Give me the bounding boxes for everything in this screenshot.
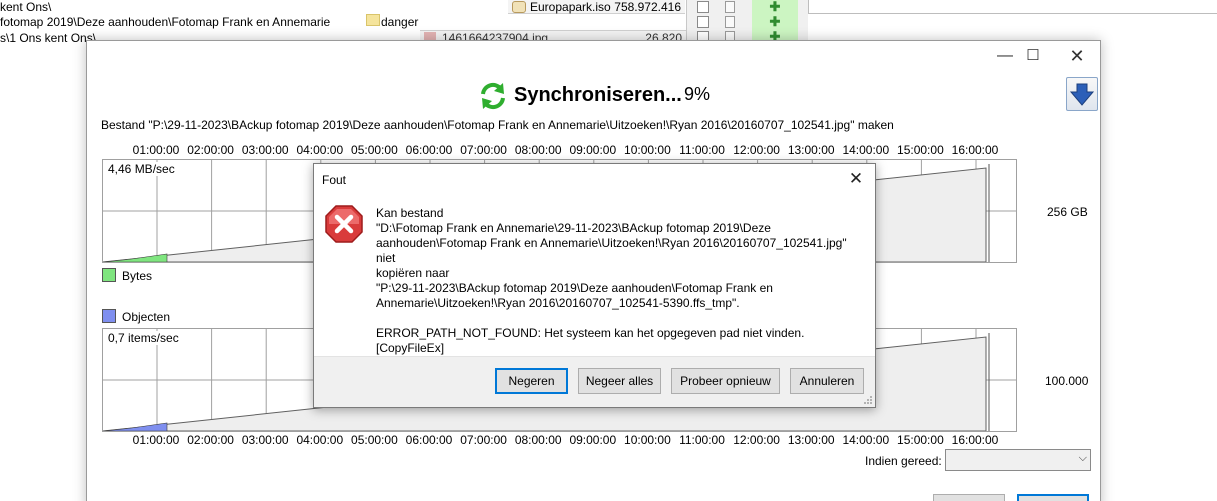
ignore-all-button[interactable]: Negeer alles <box>578 368 661 394</box>
bg-file-size: 758.972.416 <box>614 0 681 14</box>
time-tick-label: 14:00:00 <box>842 143 890 157</box>
time-tick-label: 05:00:00 <box>351 143 398 157</box>
time-tick-label: 08:00:00 <box>514 433 562 447</box>
time-tick-label: 13:00:00 <box>787 143 835 157</box>
file-icon <box>725 1 735 13</box>
time-tick-label: 03:00:00 <box>241 143 289 157</box>
maximize-button[interactable]: ☐ <box>1013 45 1053 67</box>
time-tick-label: 13:00:00 <box>787 433 835 447</box>
retry-button[interactable]: Probeer opnieuw <box>671 368 780 394</box>
error-dialog: Fout ✕ Kan bestand "D:\Fotomap Frank en … <box>313 163 876 408</box>
create-copy-icon[interactable]: ✚ <box>768 0 782 13</box>
time-tick-label: 05:00:00 <box>351 433 398 447</box>
when-done-label: Indien gereed: <box>865 454 942 468</box>
status-line: Bestand "P:\29-11-2023\BAckup fotomap 20… <box>101 118 894 132</box>
error-icon <box>325 205 363 243</box>
time-tick-label: 12:00:00 <box>733 433 780 447</box>
sync-title: Synchroniseren... <box>514 84 682 106</box>
disc-image-icon <box>512 1 526 13</box>
time-tick-label: 04:00:00 <box>296 143 344 157</box>
sync-percent: 9% <box>684 84 711 104</box>
bg-folder-name[interactable]: danger <box>381 15 418 29</box>
error-message-line: "P:\29-11-2023\BAckup fotomap 2019\Deze … <box>376 281 773 295</box>
bytes-total: 256 GB <box>1047 205 1088 219</box>
time-tick-label: 01:00:00 <box>132 433 180 447</box>
cancel-button[interactable]: Annuleren <box>790 368 864 394</box>
file-icon <box>725 16 735 28</box>
progress-area <box>103 253 168 262</box>
bg-sync-action-column: ✚ ✚ ✚ <box>752 0 798 43</box>
time-tick-label: 16:00:00 <box>951 433 999 447</box>
dialog-title: Fout <box>322 173 347 187</box>
sync-icon <box>481 82 505 110</box>
arrow-down-icon <box>1069 83 1095 106</box>
close-window-button[interactable]: ✕ <box>1057 45 1097 67</box>
bg-file-name: Europapark.iso <box>530 0 611 14</box>
time-tick-label: 02:00:00 <box>187 433 234 447</box>
row-checkbox[interactable] <box>697 16 709 28</box>
time-tick-label: 09:00:00 <box>569 433 617 447</box>
time-tick-label: 01:00:00 <box>132 143 180 157</box>
progress-area <box>103 422 168 431</box>
ignore-button[interactable]: Negeren <box>495 368 568 394</box>
time-tick-label: 10:00:00 <box>624 143 671 157</box>
bg-path-line-1: kent Ons\ <box>0 0 52 14</box>
error-message-line: Annemarie\Uitzoeken!\Ryan 2016\20160707_… <box>376 296 740 310</box>
chevron-down-icon: ⌵ <box>1078 452 1087 464</box>
time-tick-label: 11:00:00 <box>679 433 725 447</box>
error-message-line: "D:\Fotomap Frank en Annemarie\29-11-202… <box>376 221 771 235</box>
time-tick-label: 15:00:00 <box>897 433 944 447</box>
objects-legend-label: Objecten <box>122 310 171 324</box>
time-tick-label: 07:00:00 <box>460 433 507 447</box>
error-message-line: kopiëren naar <box>376 266 450 280</box>
objects-total: 100.000 <box>1045 374 1089 388</box>
time-tick-label: 11:00:00 <box>679 143 725 157</box>
error-detail: ERROR_PATH_NOT_FOUND: Het systeem kan he… <box>376 326 805 355</box>
time-tick-label: 10:00:00 <box>624 433 671 447</box>
objects-legend-swatch <box>102 309 116 323</box>
time-tick-label: 04:00:00 <box>296 433 344 447</box>
bytes-rate: 4,46 MB/sec <box>108 162 177 176</box>
when-done-dropdown[interactable]: ⌵ <box>945 449 1091 471</box>
objects-rate: 0,7 items/sec <box>108 331 181 345</box>
time-tick-label: 02:00:00 <box>187 143 234 157</box>
bg-path-line-2: fotomap 2019\Deze aanhouden\Fotomap Fran… <box>0 15 331 29</box>
row-checkbox[interactable] <box>697 1 709 13</box>
resize-grip-icon[interactable] <box>863 395 873 405</box>
error-message-line: aanhouden\Fotomap Frank en Annemarie\Uit… <box>376 236 847 265</box>
error-message-line: Kan bestand <box>376 206 444 220</box>
create-copy-icon[interactable]: ✚ <box>768 15 782 28</box>
bytes-legend-swatch <box>102 268 116 282</box>
bg-file-row[interactable]: Europapark.iso 758.972.416 <box>508 0 685 14</box>
minimize-to-tray-button[interactable] <box>1066 77 1098 111</box>
error-message: Kan bestand "D:\Fotomap Frank en Annemar… <box>376 206 866 356</box>
time-tick-label: 07:00:00 <box>460 143 507 157</box>
pause-button[interactable] <box>933 494 1005 501</box>
time-tick-label: 06:00:00 <box>405 433 453 447</box>
dialog-button-bar: Negeren Negeer alles Probeer opnieuw Ann… <box>314 356 875 407</box>
time-tick-label: 12:00:00 <box>733 143 780 157</box>
stop-button[interactable] <box>1017 494 1089 501</box>
time-tick-label: 09:00:00 <box>569 143 617 157</box>
time-tick-label: 06:00:00 <box>405 143 453 157</box>
folder-icon <box>366 14 380 26</box>
bg-path-line-3: s\1 Ons kent Ons\ <box>0 31 97 45</box>
bg-divider <box>808 0 809 14</box>
time-tick-label: 15:00:00 <box>897 143 944 157</box>
bg-divider <box>808 13 1217 14</box>
time-tick-label: 08:00:00 <box>514 143 562 157</box>
dialog-close-button[interactable]: ✕ <box>843 166 869 192</box>
time-tick-label: 16:00:00 <box>951 143 999 157</box>
time-tick-label: 14:00:00 <box>842 433 890 447</box>
time-tick-label: 03:00:00 <box>241 433 289 447</box>
bytes-legend-label: Bytes <box>122 269 153 283</box>
